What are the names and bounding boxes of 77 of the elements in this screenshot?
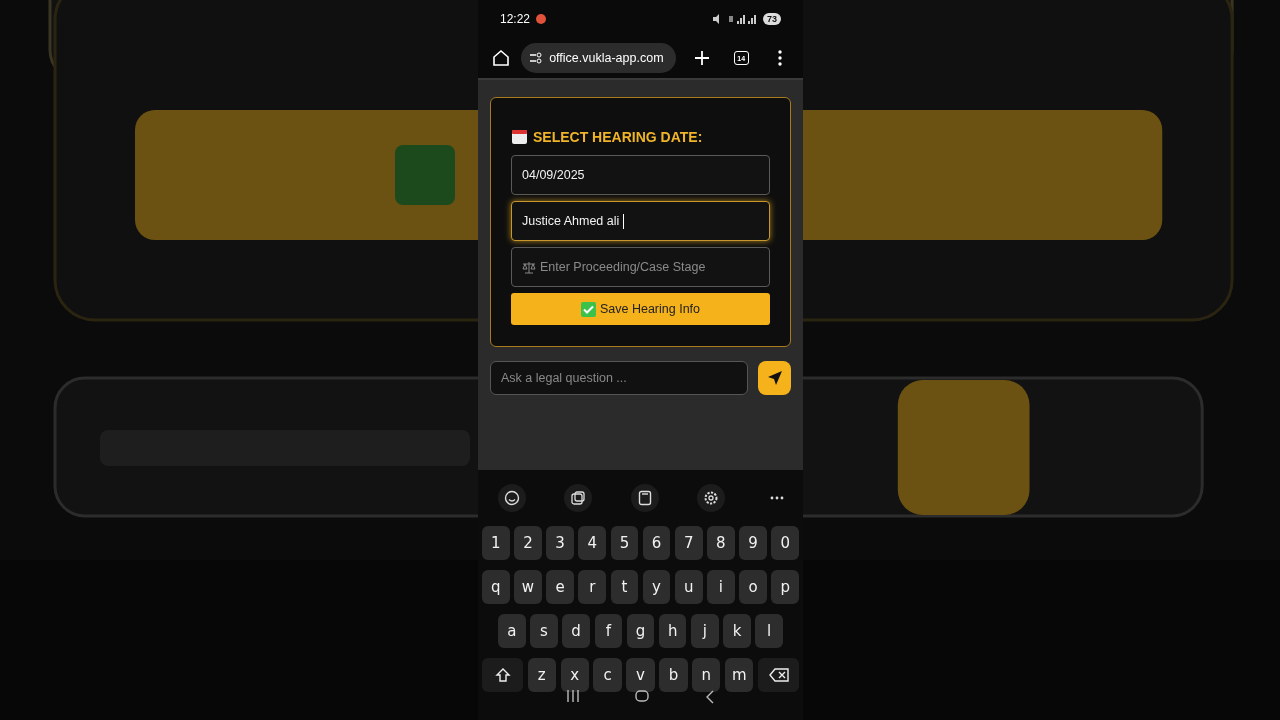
backspace-icon: [768, 668, 789, 682]
send-icon: [766, 370, 783, 386]
input-field[interactable]: Justice Ahmed ali: [511, 201, 770, 241]
shift-key[interactable]: [482, 658, 524, 692]
url-text: office.vukla-app.com: [549, 51, 664, 65]
keyboard-key[interactable]: m: [725, 658, 754, 692]
keyboard-key[interactable]: 0: [771, 526, 799, 560]
keyboard-key[interactable]: w: [514, 570, 542, 604]
keyboard-key[interactable]: s: [530, 614, 558, 648]
keyboard-key[interactable]: v: [626, 658, 655, 692]
keyboard-key[interactable]: 3: [546, 526, 574, 560]
shift-icon: [494, 667, 511, 683]
text-caret: [623, 213, 625, 229]
status-time: 12:22: [500, 12, 531, 26]
check-icon: [580, 301, 596, 317]
keyboard-key[interactable]: a: [498, 614, 526, 648]
keyboard-key[interactable]: x: [560, 658, 589, 692]
keyboard-key[interactable]: u: [674, 570, 703, 604]
input-field[interactable]: Enter Proceeding/Case Stage: [511, 247, 770, 287]
keyboard-key[interactable]: z: [527, 658, 556, 692]
keyboard-key[interactable]: j: [691, 614, 719, 648]
emoji-button[interactable]: [498, 484, 526, 512]
send-button[interactable]: [758, 361, 791, 395]
scales-icon: [522, 260, 536, 274]
keyboard-key[interactable]: 7: [674, 526, 703, 560]
plus-icon: [694, 50, 711, 66]
keyboard-key[interactable]: g: [626, 614, 655, 648]
settings-icon: [702, 490, 719, 506]
text-style-button[interactable]: [564, 484, 593, 512]
home-icon: [491, 49, 510, 67]
keyboard-key[interactable]: 6: [642, 526, 671, 560]
keyboard-key[interactable]: o: [739, 570, 767, 604]
back-icon[interactable]: [705, 690, 716, 704]
keyboard-key[interactable]: 4: [578, 526, 607, 560]
recent-apps-icon[interactable]: [565, 690, 580, 702]
keyboard-key[interactable]: h: [658, 614, 687, 648]
keyboard-key[interactable]: e: [546, 570, 574, 604]
keyboard-key[interactable]: c: [593, 658, 622, 692]
record-icon: [536, 14, 547, 24]
keyboard-key[interactable]: d: [562, 614, 590, 648]
keyboard-key[interactable]: b: [659, 658, 688, 692]
keyboard-key[interactable]: 2: [514, 526, 542, 560]
keyboard-key[interactable]: k: [723, 614, 751, 648]
keyboard-key[interactable]: 9: [739, 526, 767, 560]
field-value: Justice Ahmed ali: [522, 214, 620, 228]
status-icons: [713, 14, 757, 24]
home-nav-icon[interactable]: [635, 690, 650, 702]
field-placeholder: Enter Proceeding/Case Stage: [540, 260, 706, 274]
clipboard-icon: [637, 490, 652, 506]
calendar-icon: [511, 128, 528, 145]
stacked-squares-icon: [570, 490, 587, 506]
settings-button[interactable]: [696, 484, 725, 512]
keyboard-key[interactable]: p: [771, 570, 799, 604]
smiley-icon: [504, 490, 520, 506]
save-button[interactable]: Save Hearing Info: [511, 293, 770, 325]
keyboard-key[interactable]: i: [707, 570, 735, 604]
input-field[interactable]: 04/09/2025: [511, 155, 770, 195]
keyboard-key[interactable]: q: [482, 570, 510, 604]
keyboard-key[interactable]: 5: [610, 526, 639, 560]
keyboard-key[interactable]: l: [755, 614, 783, 648]
clipboard-button[interactable]: [630, 484, 659, 512]
card-title: SELECT HEARING DATE:: [533, 128, 703, 145]
field-value: 04/09/2025: [522, 168, 585, 182]
keyboard-key[interactable]: 1: [482, 526, 510, 560]
keyboard-key[interactable]: 8: [707, 526, 735, 560]
keyboard-key[interactable]: n: [692, 658, 721, 692]
keyboard-key[interactable]: y: [642, 570, 671, 604]
address-bar[interactable]: office.vukla-app.com: [521, 43, 676, 73]
menu-icon: [778, 50, 783, 66]
keyboard-key[interactable]: r: [578, 570, 607, 604]
site-settings-icon: [529, 52, 544, 64]
keyboard-key[interactable]: t: [610, 570, 639, 604]
more-icon: [770, 496, 784, 500]
battery-level: 73: [763, 13, 781, 25]
backspace-key[interactable]: [758, 658, 800, 692]
question-field[interactable]: Ask a legal question ...: [490, 361, 748, 395]
keyboard-key[interactable]: f: [594, 614, 623, 648]
